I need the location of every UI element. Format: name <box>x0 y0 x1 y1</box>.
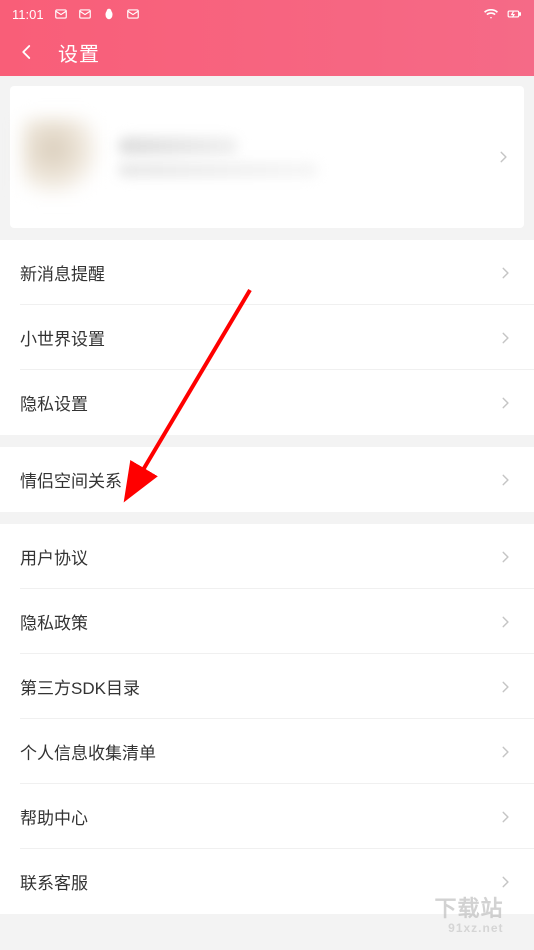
row-label: 隐私政策 <box>20 609 88 634</box>
mail-icon <box>126 7 140 21</box>
profile-text-blurred <box>118 137 318 177</box>
row-label: 第三方SDK目录 <box>20 674 140 699</box>
row-label: 联系客服 <box>20 869 88 894</box>
chevron-right-icon <box>496 264 514 282</box>
chevron-right-icon <box>496 808 514 826</box>
settings-group-notifications: 新消息提醒 小世界设置 隐私设置 <box>0 240 534 435</box>
penguin-icon <box>102 7 116 21</box>
chevron-right-icon <box>496 678 514 696</box>
row-label: 新消息提醒 <box>20 260 105 285</box>
wifi-icon <box>482 7 500 21</box>
row-mini-world[interactable]: 小世界设置 <box>0 305 534 370</box>
chevron-right-icon <box>496 471 514 489</box>
chevron-right-icon <box>496 743 514 761</box>
back-button[interactable] <box>14 39 40 65</box>
row-contact-support[interactable]: 联系客服 <box>0 849 534 914</box>
chevron-right-icon <box>494 148 512 166</box>
battery-charging-icon <box>506 7 522 21</box>
row-user-agreement[interactable]: 用户协议 <box>0 524 534 589</box>
row-label: 隐私设置 <box>20 390 88 415</box>
row-data-collection[interactable]: 个人信息收集清单 <box>0 719 534 784</box>
mail-icon <box>78 7 92 21</box>
row-new-message[interactable]: 新消息提醒 <box>0 240 534 305</box>
mail-icon <box>54 7 68 21</box>
settings-group-couple: 情侣空间关系 <box>0 447 534 512</box>
row-couple-space[interactable]: 情侣空间关系 <box>0 447 534 512</box>
row-sdk-catalog[interactable]: 第三方SDK目录 <box>0 654 534 719</box>
status-bar: 11:01 <box>0 0 534 28</box>
page-title: 设置 <box>58 38 100 67</box>
chevron-right-icon <box>496 613 514 631</box>
chevron-right-icon <box>496 394 514 412</box>
row-label: 帮助中心 <box>20 804 88 829</box>
chevron-right-icon <box>496 548 514 566</box>
status-time: 11:01 <box>12 7 44 22</box>
chevron-right-icon <box>496 329 514 347</box>
avatar <box>22 118 100 196</box>
row-privacy-policy[interactable]: 隐私政策 <box>0 589 534 654</box>
row-label: 用户协议 <box>20 544 88 569</box>
row-label: 个人信息收集清单 <box>20 739 156 764</box>
settings-scroll: 新消息提醒 小世界设置 隐私设置 情侣空间关系 用户协议 隐私政策 第三方SDK… <box>0 76 534 950</box>
row-label: 小世界设置 <box>20 325 105 350</box>
profile-card[interactable] <box>10 86 524 228</box>
row-label: 情侣空间关系 <box>20 467 122 492</box>
settings-group-legal: 用户协议 隐私政策 第三方SDK目录 个人信息收集清单 帮助中心 联系客服 <box>0 524 534 914</box>
app-header: 设置 <box>0 28 534 76</box>
row-help-center[interactable]: 帮助中心 <box>0 784 534 849</box>
chevron-right-icon <box>496 873 514 891</box>
row-privacy-settings[interactable]: 隐私设置 <box>0 370 534 435</box>
